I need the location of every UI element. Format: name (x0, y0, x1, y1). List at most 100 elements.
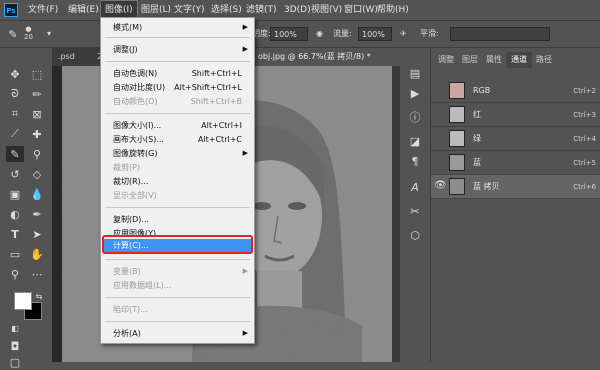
tab-properties[interactable]: 属性 (481, 52, 507, 68)
menu-item-label: 陷印(T)... (113, 305, 148, 314)
menu-item-trim[interactable]: 裁切(R)... (103, 175, 252, 188)
brush-dot-icon: ● (25, 25, 32, 33)
eyedropper-tool-icon[interactable]: ⟋ (6, 126, 24, 142)
lasso-tool-icon[interactable]: ᘐ (6, 86, 24, 102)
menu-item-analysis[interactable]: 分析(A) ▶ (103, 327, 252, 340)
brush-size-value: 20 (24, 33, 33, 41)
vertical-scrollbar[interactable] (392, 66, 400, 362)
more-tools-icon[interactable]: ⋯ (28, 266, 46, 282)
visibility-eye-icon[interactable] (434, 132, 446, 144)
visibility-eye-icon[interactable] (434, 84, 446, 96)
visibility-eye-icon[interactable] (434, 156, 446, 168)
channel-row-rgb[interactable]: RGB Ctrl+2 (431, 79, 600, 103)
pressure-opacity-icon[interactable]: ◉ (316, 27, 323, 41)
menu-item-image-rotation[interactable]: 图像旋转(G) ▶ (103, 147, 252, 160)
3d-panel-icon[interactable]: ⬡ (406, 226, 424, 244)
menu-item-label: 图像大小(I)... (113, 121, 162, 130)
menu-item-apply-data-set[interactable]: 应用数据组(L)... (103, 279, 252, 292)
dodge-tool-icon[interactable]: ◐ (6, 206, 24, 222)
swap-colors-icon[interactable]: ⇆ (30, 288, 48, 304)
history-panel-icon[interactable]: ▤ (406, 64, 424, 82)
channel-name: 蓝 拷贝 (473, 182, 500, 191)
brush-tool-preset-icon[interactable]: ✎ (4, 26, 22, 42)
tab-adjustments[interactable]: 调整 (433, 52, 459, 68)
menu-item-image-size[interactable]: 图像大小(I)... Alt+Ctrl+I (103, 119, 252, 132)
menu-item-auto-color[interactable]: 自动颜色(O) Shift+Ctrl+B (103, 95, 252, 108)
hand-tool-icon[interactable]: ✋ (28, 246, 46, 262)
healing-brush-tool-icon[interactable]: ✚ (28, 126, 46, 142)
default-colors-icon[interactable]: ◧ (6, 320, 24, 336)
menu-item-trap[interactable]: 陷印(T)... (103, 303, 252, 316)
menu-item-mode[interactable]: 模式(M) ▶ (103, 21, 252, 34)
tab-paths[interactable]: 路径 (531, 52, 557, 68)
calculations-highlight-box (102, 235, 253, 254)
type-tool-icon[interactable]: T (6, 226, 24, 242)
zoom-tool-icon[interactable]: ⚲ (6, 266, 24, 282)
menu-item-label: 裁切(R)... (113, 177, 149, 186)
channel-thumbnail (449, 130, 465, 147)
gradient-tool-icon[interactable]: ▣ (6, 186, 24, 202)
flow-field[interactable]: 100% (358, 27, 392, 41)
clone-stamp-tool-icon[interactable]: ⚲ (28, 146, 46, 162)
visibility-eye-icon[interactable]: 👁 (434, 180, 447, 192)
submenu-arrow-icon: ▶ (242, 45, 248, 53)
airbrush-icon[interactable]: ✈ (400, 27, 407, 41)
menu-item-label: 复制(D)... (113, 215, 150, 224)
menu-file[interactable]: 文件(F) (24, 0, 62, 20)
menu-item-duplicate[interactable]: 复制(D)... (103, 213, 252, 226)
pen-tool-icon[interactable]: ✒ (28, 206, 46, 222)
move-tool-icon[interactable]: ✥ (6, 66, 24, 82)
menu-item-auto-tone[interactable]: 自动色调(N) Shift+Ctrl+L (103, 67, 252, 80)
paragraph-panel-icon[interactable]: ¶ (406, 152, 424, 170)
tab-layers[interactable]: 图层 (457, 52, 483, 68)
foreground-color-swatch[interactable] (14, 292, 32, 310)
menu-item-canvas-size[interactable]: 画布大小(S)... Alt+Ctrl+C (103, 133, 252, 146)
brush-tool-icon[interactable]: ✎ (6, 146, 24, 162)
submenu-arrow-icon: ▶ (242, 267, 248, 275)
menu-item-adjustments[interactable]: 调整(J) ▶ (103, 43, 252, 56)
menu-edit[interactable]: 编辑(E) (64, 0, 103, 20)
channel-name: 蓝 (473, 158, 481, 167)
doc-tab-active[interactable]: obj.jpg @ 66.7%(蓝 拷贝/8) * (252, 48, 400, 66)
brush-size-label[interactable]: ● 20 (24, 25, 33, 41)
rectangle-tool-icon[interactable]: ▭ (6, 246, 24, 262)
opacity-field[interactable]: 100% (270, 27, 308, 41)
quick-select-tool-icon[interactable]: ✏ (28, 86, 46, 102)
smoothing-field[interactable] (450, 27, 550, 41)
character-panel-icon[interactable]: A (406, 178, 424, 196)
menu-item-crop[interactable]: 裁剪(P) (103, 161, 252, 174)
color-panel-icon[interactable]: ◪ (406, 132, 424, 150)
screen-mode-icon[interactable]: ▢ (6, 354, 24, 370)
actions-play-icon[interactable]: ▶ (406, 84, 424, 102)
visibility-eye-icon[interactable] (434, 108, 446, 120)
channel-name: RGB (473, 86, 491, 95)
channel-row-blue[interactable]: 蓝 Ctrl+5 (431, 151, 600, 175)
history-brush-tool-icon[interactable]: ↺ (6, 166, 24, 182)
channel-row-green[interactable]: 绿 Ctrl+4 (431, 127, 600, 151)
submenu-arrow-icon: ▶ (242, 329, 248, 337)
menu-separator (105, 297, 250, 298)
brush-picker-arrow-icon[interactable]: ▾ (44, 27, 58, 41)
channel-row-red[interactable]: 红 Ctrl+3 (431, 103, 600, 127)
tool-presets-icon[interactable]: ✂ (406, 202, 424, 220)
channel-row-blue-copy[interactable]: 👁 蓝 拷贝 Ctrl+6 (431, 175, 600, 199)
submenu-arrow-icon: ▶ (242, 23, 248, 31)
crop-tool-icon[interactable]: ⌗ (6, 106, 24, 122)
blur-tool-icon[interactable]: 💧 (28, 186, 46, 202)
tab-channels[interactable]: 通道 (506, 52, 532, 68)
eraser-tool-icon[interactable]: ◇ (28, 166, 46, 182)
menu-item-variables[interactable]: 变量(B) ▶ (103, 265, 252, 278)
channel-shortcut: Ctrl+3 (573, 111, 596, 119)
path-select-tool-icon[interactable]: ➤ (28, 226, 46, 242)
menu-item-label: 显示全部(V) (113, 191, 157, 200)
quick-mask-icon[interactable]: ◘ (6, 338, 24, 354)
marquee-tool-icon[interactable]: ⬚ (28, 66, 46, 82)
menu-item-label: 变量(B) (113, 267, 141, 276)
menu-help[interactable]: 帮助(H) (373, 0, 413, 20)
menu-item-label: 图像旋转(G) (113, 149, 158, 158)
menu-item-reveal-all[interactable]: 显示全部(V) (103, 189, 252, 202)
frame-tool-icon[interactable]: ⊠ (28, 106, 46, 122)
info-panel-icon[interactable]: ⓘ (406, 108, 424, 126)
menu-item-auto-contrast[interactable]: 自动对比度(U) Alt+Shift+Ctrl+L (103, 81, 252, 94)
channel-shortcut: Ctrl+5 (573, 159, 596, 167)
